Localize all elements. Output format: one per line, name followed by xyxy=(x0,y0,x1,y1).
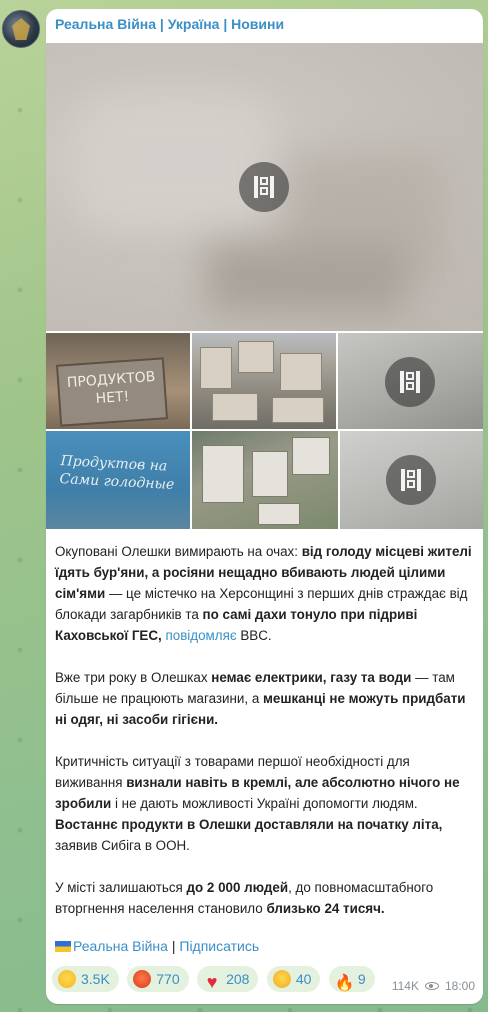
eye-icon xyxy=(424,982,439,990)
reaction-grin[interactable]: 40 xyxy=(266,966,321,992)
photo-wall-text: Продуктов на Сами голодные xyxy=(59,453,175,493)
photo-tile-products-sign[interactable]: ПРОДУКТОВ НЕТ! xyxy=(46,333,190,429)
heart-icon: ♥ xyxy=(206,972,218,992)
film-play-icon[interactable] xyxy=(239,162,289,212)
source-link[interactable]: повідомляє xyxy=(166,628,237,643)
photo-sign-text: ПРОДУКТОВ НЕТ! xyxy=(66,368,156,408)
crying-face-icon xyxy=(58,970,76,988)
reaction-crying[interactable]: 3.5K xyxy=(52,966,119,992)
film-play-icon[interactable] xyxy=(385,357,435,407)
reaction-fire[interactable]: 🔥 9 xyxy=(328,966,375,992)
photo-tile-city-aerial[interactable] xyxy=(192,333,336,429)
reaction-heart[interactable]: ♥ 208 xyxy=(197,966,259,992)
ukraine-flag-icon xyxy=(55,941,71,952)
channel-avatar[interactable] xyxy=(2,10,40,48)
paragraph-1: Окуповані Олешки вимирають на очах: від … xyxy=(55,544,472,643)
paragraph-2: Вже три року в Олешках немає електрики, … xyxy=(55,670,466,727)
channel-link[interactable]: Реальна Війна xyxy=(73,938,168,954)
paragraph-4: У місті залишаються до 2 000 людей, до п… xyxy=(55,880,434,916)
message-text: Окуповані Олешки вимирають на очах: від … xyxy=(55,541,475,940)
message-meta: 114K 18:00 xyxy=(392,979,475,993)
subscribe-link[interactable]: Підписатись xyxy=(179,938,259,954)
video-tile-main[interactable] xyxy=(46,43,483,331)
grinning-face-icon xyxy=(272,970,291,988)
post-time: 18:00 xyxy=(444,979,475,993)
view-count: 114K xyxy=(391,979,419,993)
video-tile-2[interactable] xyxy=(338,333,483,429)
angry-face-icon xyxy=(133,970,152,988)
media-album: ПРОДУКТОВ НЕТ! Продуктов на Сами голодные xyxy=(46,43,483,529)
photo-tile-flooded-town[interactable] xyxy=(192,431,338,529)
paragraph-3: Критичність ситуації з товарами першої н… xyxy=(55,754,460,853)
reactions-bar: 3.5K 770 ♥ 208 40 🔥 9 xyxy=(52,966,379,992)
fire-icon: 🔥 xyxy=(334,975,355,992)
footer-links: Реальна Війна | Підписатись xyxy=(55,938,259,954)
reaction-angry[interactable]: 770 xyxy=(127,966,189,992)
photo-tile-hungry-sign[interactable]: Продуктов на Сами голодные xyxy=(46,431,190,529)
message-bubble: Реальна Війна | Україна | Новини ПРОДУКТ… xyxy=(46,9,483,1004)
video-tile-3[interactable] xyxy=(340,431,483,529)
channel-title[interactable]: Реальна Війна | Україна | Новини xyxy=(55,16,284,32)
film-play-icon[interactable] xyxy=(386,455,436,505)
